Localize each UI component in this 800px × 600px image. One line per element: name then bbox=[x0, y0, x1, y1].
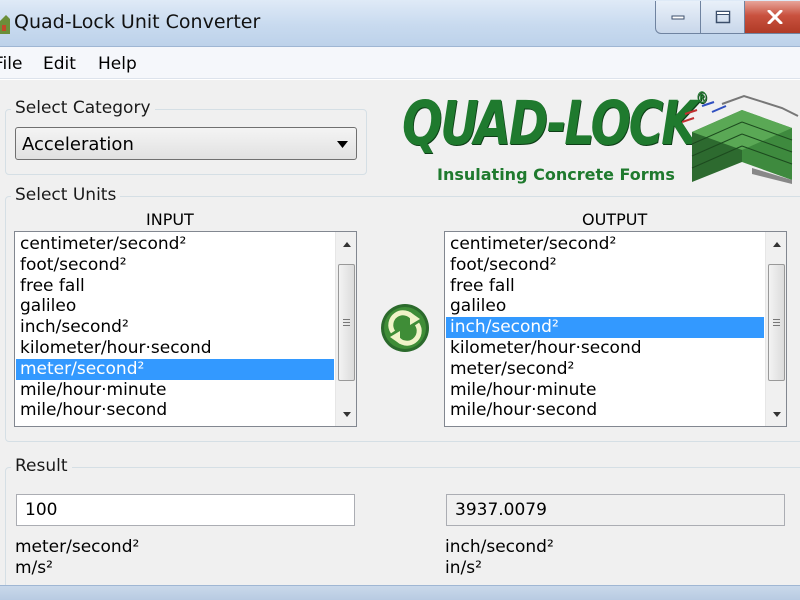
list-item-selected[interactable]: meter/second² bbox=[16, 358, 334, 380]
list-item[interactable]: mile/hour·second bbox=[446, 400, 764, 421]
list-item[interactable]: free fall bbox=[446, 276, 764, 297]
grip-icon bbox=[773, 319, 780, 326]
title-bar[interactable]: Quad-Lock Unit Converter bbox=[0, 0, 800, 47]
list-item[interactable]: foot/second² bbox=[446, 255, 764, 276]
menu-file[interactable]: File bbox=[0, 54, 22, 74]
list-item[interactable]: galileo bbox=[446, 296, 764, 317]
scroll-thumb[interactable] bbox=[338, 264, 355, 381]
scroll-down-icon bbox=[342, 411, 351, 417]
maximize-button[interactable] bbox=[701, 1, 745, 34]
scroll-up-icon bbox=[342, 241, 351, 247]
input-list-scrollbar[interactable] bbox=[335, 232, 356, 426]
list-item[interactable]: centimeter/second² bbox=[446, 234, 764, 255]
list-item[interactable]: centimeter/second² bbox=[16, 234, 334, 255]
result-group bbox=[5, 467, 800, 589]
icf-wall-logo-graphic bbox=[682, 94, 799, 184]
input-value-field[interactable]: 100 bbox=[16, 494, 355, 526]
logo-wordmark: QUAD-LOCK® bbox=[402, 88, 708, 159]
recycle-arrows-icon bbox=[381, 304, 429, 352]
scroll-down-icon bbox=[772, 411, 781, 417]
output-unit-symbol: in/s² bbox=[445, 558, 482, 578]
input-unit-name: meter/second² bbox=[15, 537, 140, 557]
minimize-icon bbox=[671, 15, 685, 20]
list-item[interactable]: kilometer/hour·second bbox=[16, 338, 334, 359]
menu-edit[interactable]: Edit bbox=[43, 54, 76, 74]
scroll-thumb[interactable] bbox=[768, 264, 785, 381]
scroll-down-button[interactable] bbox=[766, 404, 786, 424]
scroll-up-icon bbox=[772, 241, 781, 247]
close-button[interactable] bbox=[745, 1, 800, 34]
output-list-scrollbar[interactable] bbox=[765, 232, 786, 426]
category-selected-value: Acceleration bbox=[22, 134, 134, 155]
input-column-header: INPUT bbox=[146, 210, 194, 229]
scroll-down-button[interactable] bbox=[336, 404, 356, 424]
window-bottom-border bbox=[0, 585, 800, 600]
list-item[interactable]: galileo bbox=[16, 296, 334, 317]
list-item[interactable]: mile/hour·second bbox=[16, 400, 334, 421]
menu-help[interactable]: Help bbox=[98, 54, 137, 74]
units-group-label: Select Units bbox=[11, 185, 121, 205]
maximize-icon bbox=[715, 10, 730, 24]
window-title: Quad-Lock Unit Converter bbox=[14, 11, 261, 33]
category-dropdown[interactable]: Acceleration bbox=[15, 127, 357, 160]
list-item[interactable]: free fall bbox=[16, 276, 334, 297]
convert-button[interactable] bbox=[379, 302, 431, 354]
output-unit-list[interactable]: centimeter/second² foot/second² free fall g… bbox=[444, 231, 787, 427]
scroll-up-button[interactable] bbox=[766, 234, 786, 254]
logo-tagline: Insulating Concrete Forms bbox=[437, 165, 675, 184]
close-icon bbox=[767, 10, 782, 24]
list-item[interactable]: mile/hour·minute bbox=[16, 380, 334, 401]
output-unit-name: inch/second² bbox=[445, 537, 554, 557]
result-group-label: Result bbox=[11, 456, 72, 476]
input-unit-symbol: m/s² bbox=[15, 558, 53, 578]
category-group-label: Select Category bbox=[11, 98, 155, 118]
list-item-selected[interactable]: inch/second² bbox=[446, 317, 764, 338]
house-icon bbox=[0, 15, 10, 34]
minimize-button[interactable] bbox=[655, 1, 701, 34]
list-item[interactable]: kilometer/hour·second bbox=[446, 338, 764, 359]
chevron-down-icon bbox=[337, 141, 348, 148]
output-column-header: OUTPUT bbox=[582, 210, 648, 229]
output-value-field: 3937.0079 bbox=[446, 494, 785, 526]
list-item[interactable]: mile/hour·minute bbox=[446, 380, 764, 401]
input-unit-list[interactable]: centimeter/second² foot/second² free fall g… bbox=[14, 231, 357, 427]
grip-icon bbox=[343, 319, 350, 326]
list-item[interactable]: meter/second² bbox=[446, 359, 764, 380]
scroll-up-button[interactable] bbox=[336, 234, 356, 254]
list-item[interactable]: inch/second² bbox=[16, 317, 334, 338]
menu-bar: File Edit Help bbox=[0, 47, 800, 79]
list-item[interactable]: foot/second² bbox=[16, 255, 334, 276]
